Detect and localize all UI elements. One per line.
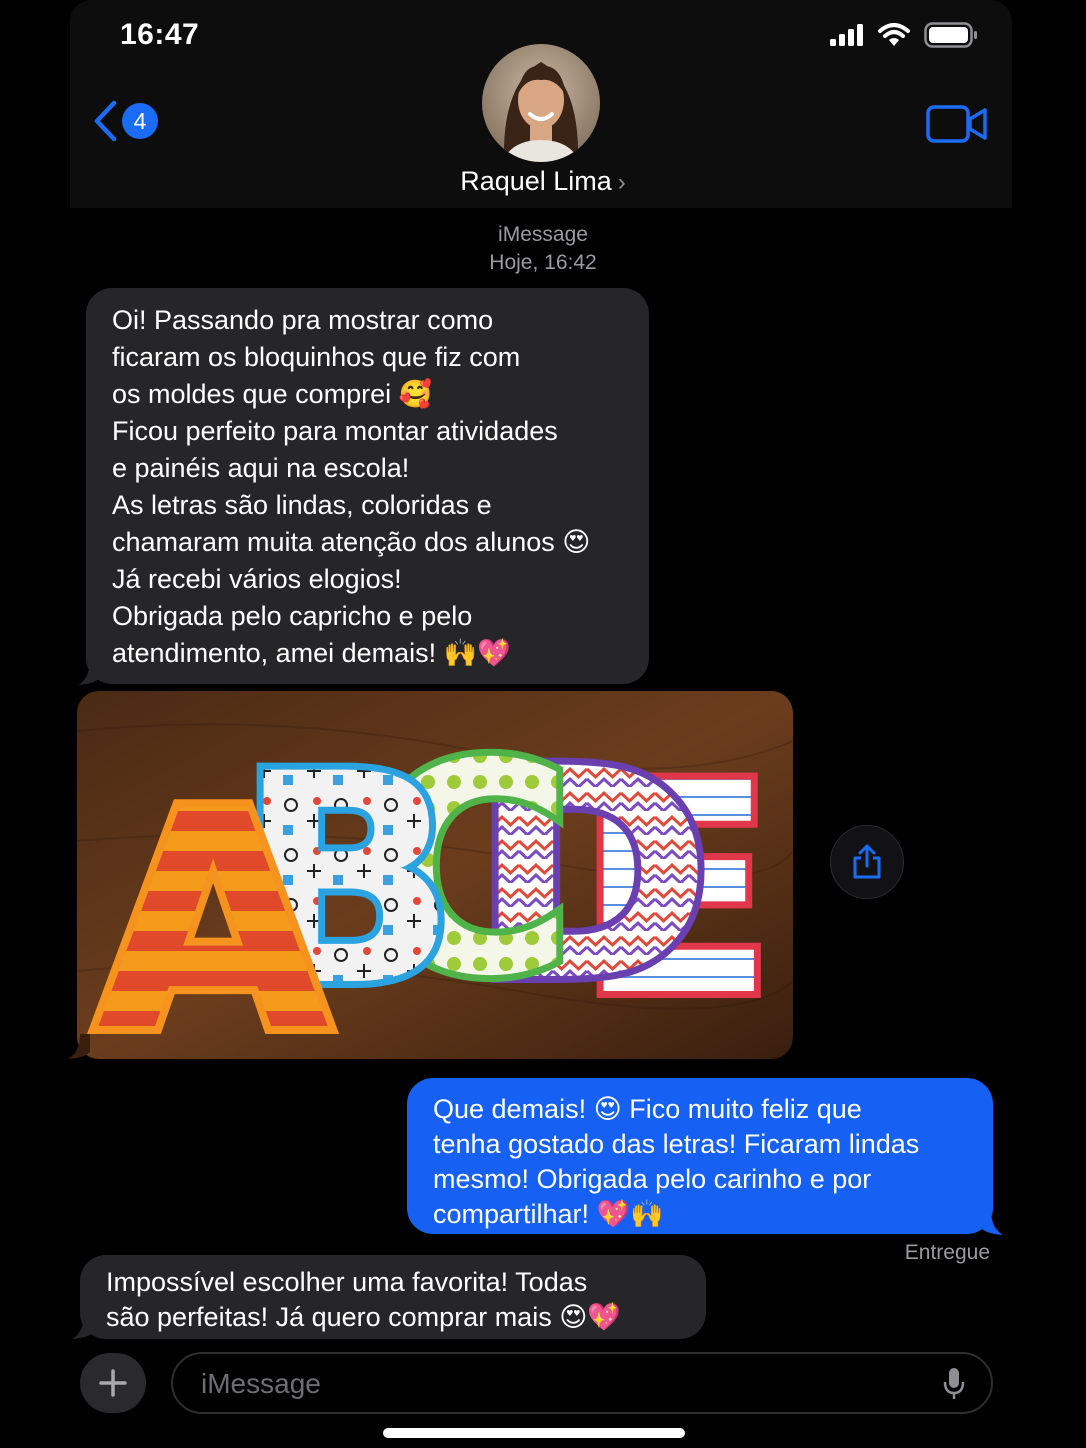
photo-letter: A (97, 748, 331, 1059)
bubble-tail (78, 660, 100, 685)
message-line: Obrigada pelo capricho e pelo (112, 601, 473, 631)
message-line: são perfeitas! Já quero comprar mais 😍💖 (106, 1302, 621, 1332)
chevron-right-icon: › (617, 169, 626, 196)
message-line: e painéis aqui na escola! (112, 453, 410, 483)
message-line: As letras são lindas, coloridas e (112, 490, 492, 520)
incoming-message[interactable]: Impossível escolher uma favorita! Todas … (80, 1255, 706, 1339)
bubble-tail (981, 1210, 1003, 1235)
back-button[interactable]: 4 (92, 100, 158, 142)
bubble-tail (68, 1034, 90, 1059)
delivered-status: Entregue (904, 1241, 990, 1264)
incoming-message[interactable]: Oi! Passando pra mostrar como ficaram os… (86, 288, 649, 684)
status-time: 16:47 (120, 18, 200, 51)
microphone-icon (943, 1368, 965, 1399)
avatar[interactable] (482, 44, 600, 162)
video-camera-icon (926, 105, 987, 143)
message-line: mesmo! Obrigada pelo carinho e por (433, 1164, 872, 1194)
plus-icon (99, 1369, 127, 1397)
status-icons (830, 22, 978, 48)
shared-photo[interactable]: E D C B A (77, 691, 793, 1059)
chevron-left-icon (94, 100, 117, 142)
message-line: Oi! Passando pra mostrar como (112, 305, 494, 335)
service-label: iMessage (498, 223, 588, 246)
contact-name-label: Raquel Lima (460, 166, 612, 196)
share-icon (853, 844, 881, 879)
message-line: atendimento, amei demais! 🙌💖 (112, 638, 511, 668)
bubble-tail (72, 1314, 94, 1339)
message-line: ficaram os bloquinhos que fiz com (112, 342, 521, 372)
apps-button[interactable] (80, 1353, 146, 1413)
message-line: Que demais! 😍 Fico muito feliz que (433, 1094, 862, 1124)
contact-name[interactable]: Raquel Lima › (0, 166, 1086, 197)
outgoing-message[interactable]: Que demais! 😍 Fico muito feliz que tenha… (407, 1078, 993, 1234)
dictation-button[interactable] (943, 1367, 965, 1406)
message-input-container (171, 1352, 993, 1414)
message-line: chamaram muita atenção dos alunos 😍 (112, 527, 591, 557)
home-indicator[interactable] (383, 1428, 685, 1438)
message-line: Ficou perfeito para montar atividades (112, 416, 558, 446)
message-line: Impossível escolher uma favorita! Todas (106, 1267, 588, 1297)
message-line: os moldes que comprei 🥰 (112, 379, 433, 409)
message-line: compartilhar! 💖🙌 (433, 1199, 664, 1229)
cellular-signal-icon (830, 24, 863, 46)
battery-icon (924, 22, 977, 48)
video-call-button[interactable] (926, 104, 988, 149)
message-line: tenha gostado das letras! Ficaram lindas (433, 1129, 920, 1159)
share-button[interactable] (830, 825, 904, 899)
message-line: Já recebi vários elogios! (112, 564, 402, 594)
unread-badge: 4 (122, 103, 158, 139)
wifi-icon (878, 23, 910, 46)
message-input[interactable] (199, 1354, 903, 1414)
thread-timestamp: Hoje, 16:42 (489, 251, 597, 274)
